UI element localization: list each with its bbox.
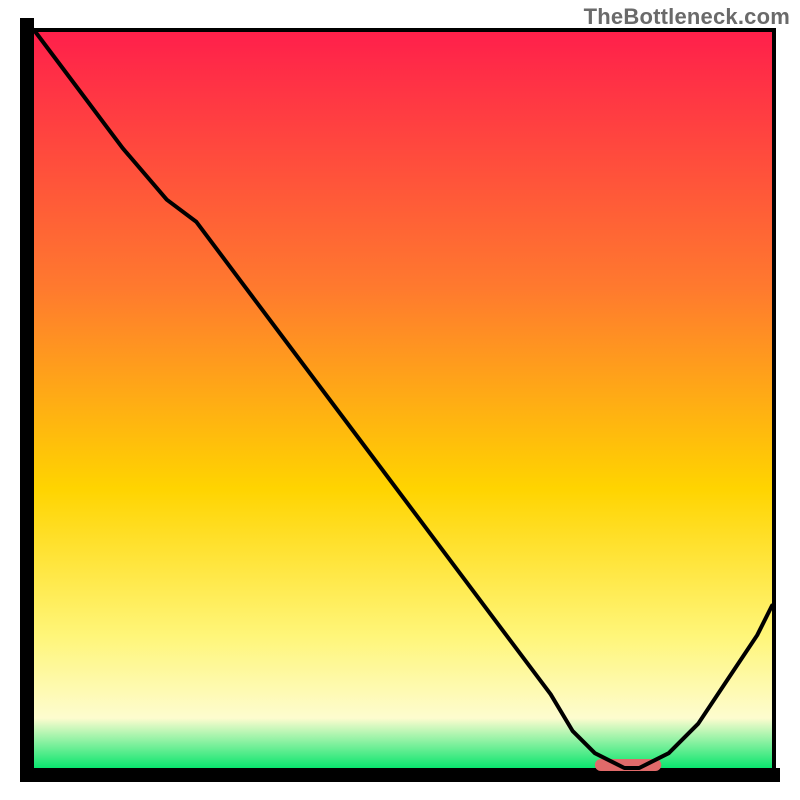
border-top [32, 28, 776, 32]
axis-left [20, 18, 34, 782]
bottleneck-plot [0, 0, 800, 800]
axis-bottom [20, 768, 780, 782]
chart-stage: TheBottleneck.com [0, 0, 800, 800]
gradient-background [32, 30, 772, 770]
border-right [772, 28, 776, 772]
